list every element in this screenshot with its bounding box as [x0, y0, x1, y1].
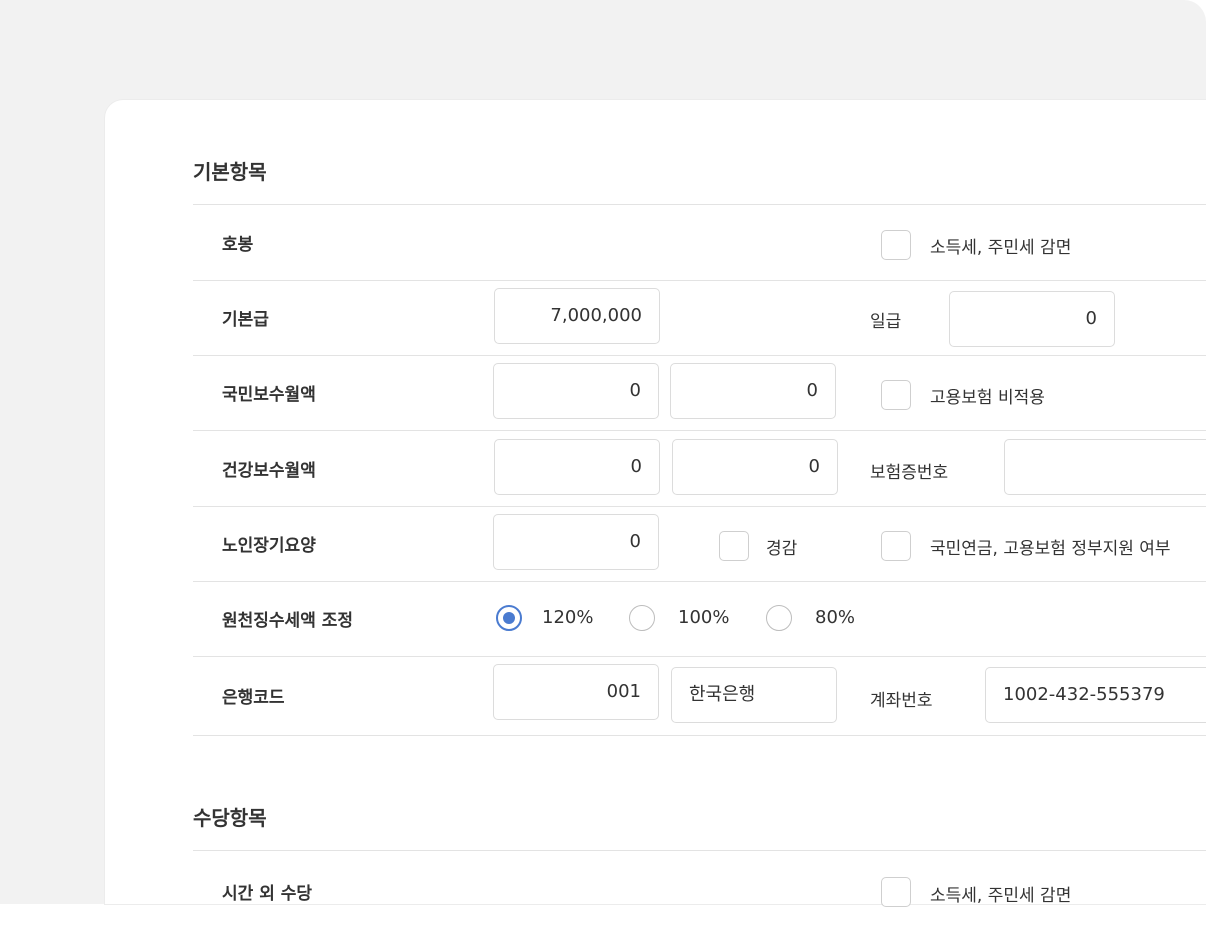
row-label-longterm-care: 노인장기요양 — [222, 536, 316, 556]
withholding-option-120: 120% — [542, 607, 594, 628]
daily-wage-input[interactable]: 0 — [949, 291, 1115, 347]
tax-exempt-label: 소득세, 주민세 감면 — [930, 238, 1072, 258]
tax-exempt-checkbox[interactable] — [881, 230, 911, 260]
section-title-basic: 기본항목 — [193, 160, 267, 184]
employment-insurance-checkbox[interactable] — [881, 380, 911, 410]
row-health: 건강보수월액 0 0 보험증번호 — [193, 431, 1206, 507]
row-withholding: 원천징수세액 조정 120% 100% 80% — [193, 581, 1206, 657]
longterm-care-input[interactable]: 0 — [493, 514, 659, 570]
base-salary-input[interactable]: 7,000,000 — [494, 288, 660, 344]
row-label-bank: 은행코드 — [222, 688, 285, 708]
withholding-option-100: 100% — [678, 607, 730, 628]
row-label-health: 건강보수월액 — [222, 461, 316, 481]
row-national-pension: 국민보수월액 0 0 고용보험 비적용 — [193, 355, 1206, 431]
overtime-tax-exempt-checkbox[interactable] — [881, 877, 911, 907]
reduction-checkbox[interactable] — [719, 531, 749, 561]
reduction-label: 경감 — [766, 539, 798, 559]
daily-wage-label: 일급 — [870, 312, 902, 332]
employment-insurance-label: 고용보험 비적용 — [930, 388, 1045, 408]
row-label-withholding: 원천징수세액 조정 — [222, 611, 354, 631]
gov-support-checkbox[interactable] — [881, 531, 911, 561]
withholding-radio-120[interactable] — [496, 605, 522, 631]
overtime-tax-exempt-label: 소득세, 주민세 감면 — [930, 886, 1072, 906]
insurance-number-label: 보험증번호 — [870, 463, 949, 483]
row-bank: 은행코드 001 한국은행 계좌번호 1002-432-555379 — [193, 656, 1206, 736]
national-pension-input-2[interactable]: 0 — [670, 363, 836, 419]
health-input-1[interactable]: 0 — [494, 439, 660, 495]
withholding-radio-100[interactable] — [629, 605, 655, 631]
row-hobong: 호봉 소득세, 주민세 감면 — [193, 204, 1206, 281]
row-label-overtime: 시간 외 수당 — [222, 884, 313, 904]
payroll-form-card: 기본항목 호봉 소득세, 주민세 감면 기본급 7,000,000 일급 0 국… — [105, 100, 1206, 907]
bank-code-input[interactable]: 001 — [493, 664, 659, 720]
gov-support-label: 국민연금, 고용보험 정부지원 여부 — [930, 539, 1171, 559]
row-base-salary: 기본급 7,000,000 일급 0 — [193, 280, 1206, 356]
withholding-radio-80[interactable] — [766, 605, 792, 631]
insurance-number-input[interactable] — [1004, 439, 1206, 495]
account-number-label: 계좌번호 — [870, 691, 933, 711]
row-label-national-pension: 국민보수월액 — [222, 385, 316, 405]
account-number-input[interactable]: 1002-432-555379 — [985, 667, 1206, 723]
row-overtime: 시간 외 수당 소득세, 주민세 감면 — [193, 850, 1206, 926]
withholding-option-80: 80% — [815, 607, 856, 628]
row-label-base-salary: 기본급 — [222, 310, 269, 330]
row-longterm-care: 노인장기요양 0 경감 국민연금, 고용보험 정부지원 여부 — [193, 506, 1206, 582]
section-title-allowance: 수당항목 — [193, 806, 267, 830]
national-pension-input-1[interactable]: 0 — [493, 363, 659, 419]
health-input-2[interactable]: 0 — [672, 439, 838, 495]
bank-name-input[interactable]: 한국은행 — [671, 667, 837, 723]
row-label-hobong: 호봉 — [222, 235, 254, 255]
